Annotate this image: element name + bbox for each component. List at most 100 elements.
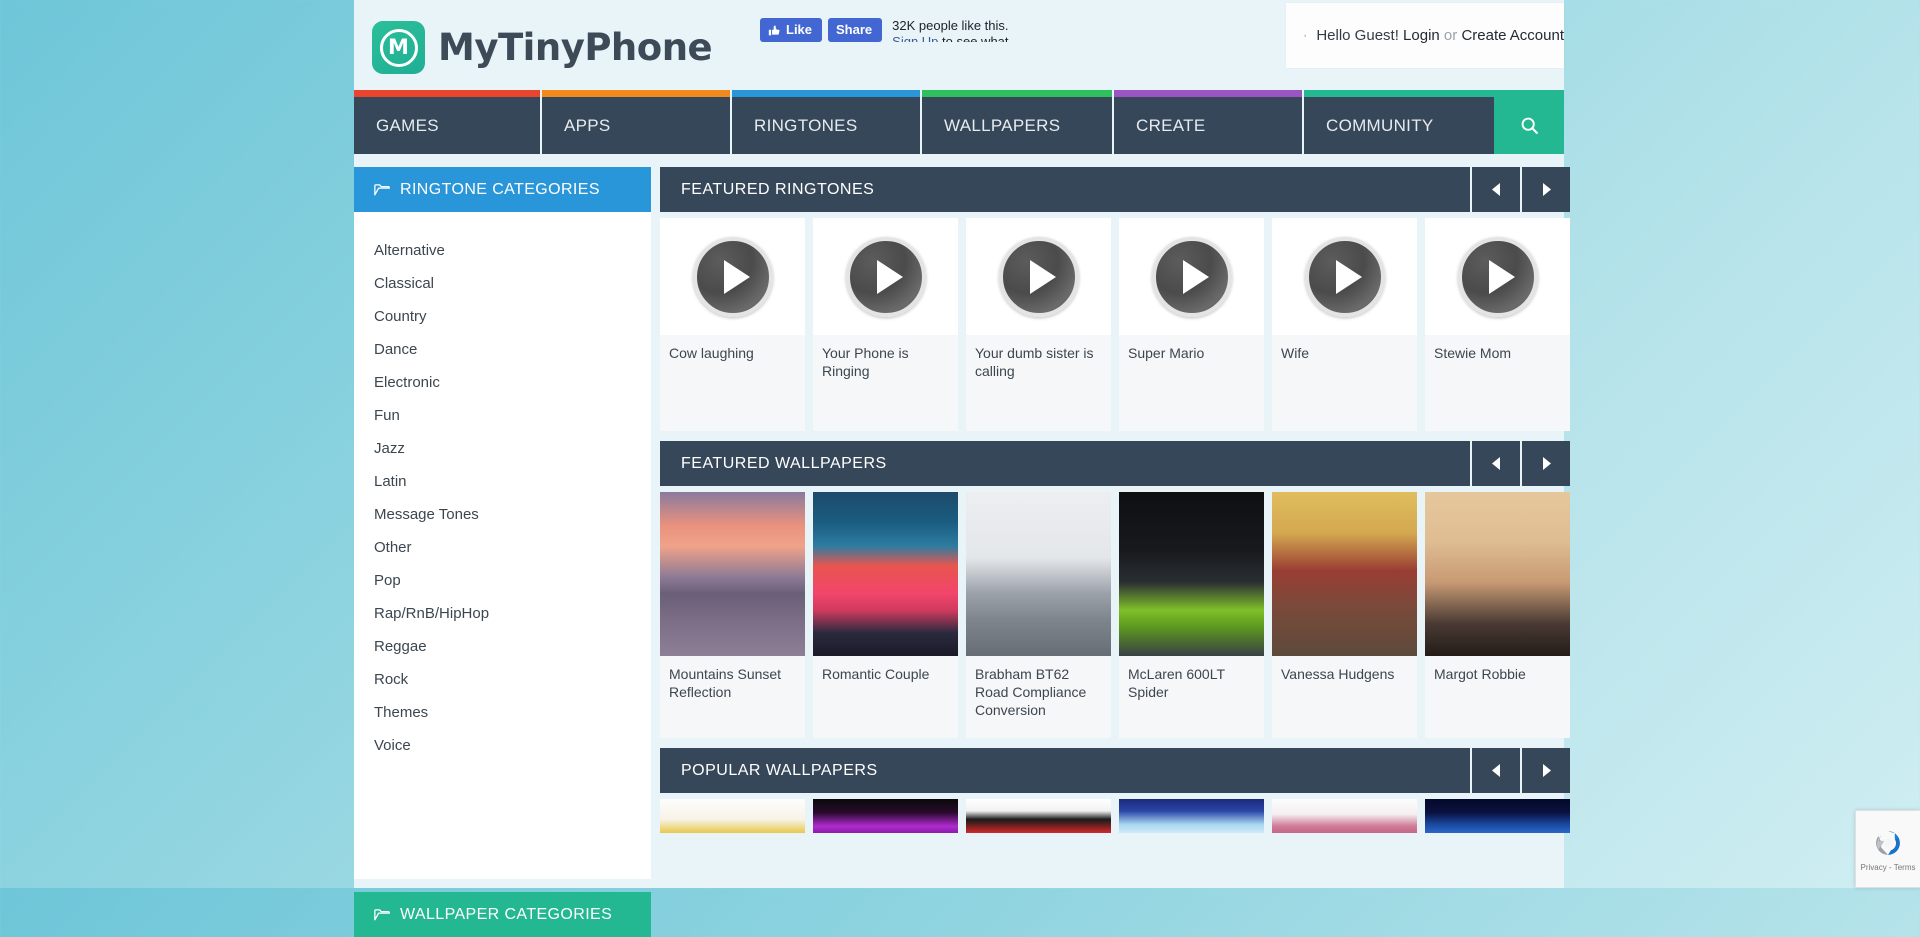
wallpaper-title: Brabham BT62 Road Compliance Conversion xyxy=(966,656,1111,738)
chevron-right-icon xyxy=(1542,183,1551,196)
ringtone-thumbnail xyxy=(1272,218,1417,335)
sidebar-item-latin[interactable]: Latin xyxy=(354,465,651,498)
wallpaper-card[interactable]: Margot Robbie xyxy=(1425,492,1570,738)
ringtone-card[interactable]: Super Mario xyxy=(1119,218,1264,431)
sidebar-item-fun[interactable]: Fun xyxy=(354,399,651,432)
wallpaper-card[interactable]: Brabham BT62 Road Compliance Conversion xyxy=(966,492,1111,738)
section-title-featured-ringtones: FEATURED RINGTONES xyxy=(660,181,1470,199)
popular-wallpapers-row xyxy=(660,799,1570,833)
ringtone-card[interactable]: Your dumb sister is calling xyxy=(966,218,1111,431)
popular-wallpapers-prev-button[interactable] xyxy=(1470,748,1520,793)
login-link[interactable]: Login xyxy=(1403,27,1440,44)
facebook-like-button[interactable]: Like xyxy=(760,18,822,42)
ringtone-card[interactable]: Cow laughing xyxy=(660,218,805,431)
chevron-left-icon xyxy=(1492,764,1501,777)
popular-wallpaper-card[interactable] xyxy=(966,799,1111,833)
facebook-share-label: Share xyxy=(836,22,872,38)
nav-item-wallpapers[interactable]: WALLPAPERS xyxy=(922,97,1114,154)
popular-wallpaper-card[interactable] xyxy=(1119,799,1264,833)
facebook-share-button[interactable]: Share xyxy=(828,18,882,42)
sidebar-item-reggae[interactable]: Reggae xyxy=(354,630,651,663)
sidebar-item-alternative[interactable]: Alternative xyxy=(354,234,651,267)
facebook-signup-link[interactable]: Sign Up xyxy=(892,34,938,42)
sidebar-item-country[interactable]: Country xyxy=(354,300,651,333)
wallpaper-card[interactable]: Mountains Sunset Reflection xyxy=(660,492,805,738)
ringtone-thumbnail xyxy=(966,218,1111,335)
recaptcha-icon xyxy=(1871,826,1905,860)
nav-accent-ringtones xyxy=(732,90,920,97)
sidebar-item-rock[interactable]: Rock xyxy=(354,663,651,696)
sidebar-item-classical[interactable]: Classical xyxy=(354,267,651,300)
nav-accent-search xyxy=(1494,90,1564,97)
nav-item-apps[interactable]: APPS xyxy=(542,97,732,154)
popular-wallpaper-card[interactable] xyxy=(1425,799,1570,833)
popular-wallpaper-card[interactable] xyxy=(813,799,958,833)
play-icon[interactable] xyxy=(693,237,773,317)
nav-label-ringtones: RINGTONES xyxy=(754,116,857,136)
wallpaper-thumbnail xyxy=(966,799,1111,833)
wallpaper-thumbnail xyxy=(660,492,805,656)
featured-wallpapers-next-button[interactable] xyxy=(1520,441,1570,486)
nav-item-ringtones[interactable]: RINGTONES xyxy=(732,97,922,154)
nav-accent-apps xyxy=(542,90,730,97)
account-box: Hello Guest! Login or Create Account xyxy=(1286,3,1564,68)
play-icon[interactable] xyxy=(1152,237,1232,317)
search-icon xyxy=(1519,115,1540,136)
popular-wallpaper-card[interactable] xyxy=(660,799,805,833)
play-icon[interactable] xyxy=(1458,237,1538,317)
popular-wallpapers-next-button[interactable] xyxy=(1520,748,1570,793)
wallpaper-title: McLaren 600LT Spider xyxy=(1119,656,1264,738)
sidebar-item-rap-rnb-hiphop[interactable]: Rap/RnB/HipHop xyxy=(354,597,651,630)
section-title-popular-wallpapers: POPULAR WALLPAPERS xyxy=(660,762,1470,780)
sidebar-item-pop[interactable]: Pop xyxy=(354,564,651,597)
ringtone-card[interactable]: Wife xyxy=(1272,218,1417,431)
nav-item-games[interactable]: GAMES xyxy=(354,97,542,154)
sidebar-item-themes[interactable]: Themes xyxy=(354,696,651,729)
section-title-featured-wallpapers: FEATURED WALLPAPERS xyxy=(660,455,1470,473)
section-header-featured-wallpapers: FEATURED WALLPAPERS xyxy=(660,441,1570,486)
wallpaper-thumbnail xyxy=(1119,799,1264,833)
sidebar-item-message-tones[interactable]: Message Tones xyxy=(354,498,651,531)
site-header: M MyTinyPhone Like Share 32K people like… xyxy=(354,0,1564,95)
sidebar-item-jazz[interactable]: Jazz xyxy=(354,432,651,465)
main-navigation: GAMES APPS RINGTONES WALLPAPERS CREATE C… xyxy=(354,97,1564,154)
sidebar-wallpaper-header-label: WALLPAPER CATEGORIES xyxy=(400,906,612,924)
nav-item-community[interactable]: COMMUNITY xyxy=(1304,97,1494,154)
chevron-left-icon xyxy=(1492,183,1501,196)
wallpaper-thumbnail xyxy=(660,799,805,833)
sidebar-item-electronic[interactable]: Electronic xyxy=(354,366,651,399)
content-area: RINGTONE CATEGORIES Alternative Classica… xyxy=(354,154,1564,885)
nav-item-create[interactable]: CREATE xyxy=(1114,97,1304,154)
play-icon[interactable] xyxy=(846,237,926,317)
ringtone-title: Cow laughing xyxy=(660,335,805,431)
wallpaper-card[interactable]: McLaren 600LT Spider xyxy=(1119,492,1264,738)
site-page: M MyTinyPhone Like Share 32K people like… xyxy=(354,0,1564,888)
wallpaper-thumbnail xyxy=(813,799,958,833)
nav-accent-games xyxy=(354,90,540,97)
wallpaper-thumbnail xyxy=(813,492,958,656)
sidebar: RINGTONE CATEGORIES Alternative Classica… xyxy=(354,167,651,885)
ringtone-title: Your dumb sister is calling xyxy=(966,335,1111,431)
sidebar-item-other[interactable]: Other xyxy=(354,531,651,564)
search-button[interactable] xyxy=(1494,97,1564,154)
play-icon[interactable] xyxy=(1305,237,1385,317)
account-text: Hello Guest! Login or Create Account xyxy=(1316,27,1564,44)
popular-wallpaper-card[interactable] xyxy=(1272,799,1417,833)
wallpaper-card[interactable]: Romantic Couple xyxy=(813,492,958,738)
featured-ringtones-prev-button[interactable] xyxy=(1470,167,1520,212)
site-logo[interactable]: M MyTinyPhone xyxy=(372,21,712,74)
wallpaper-card[interactable]: Vanessa Hudgens xyxy=(1272,492,1417,738)
nav-label-wallpapers: WALLPAPERS xyxy=(944,116,1060,136)
featured-ringtones-next-button[interactable] xyxy=(1520,167,1570,212)
ringtone-card[interactable]: Stewie Mom xyxy=(1425,218,1570,431)
sidebar-item-dance[interactable]: Dance xyxy=(354,333,651,366)
featured-wallpapers-prev-button[interactable] xyxy=(1470,441,1520,486)
play-icon[interactable] xyxy=(999,237,1079,317)
sidebar-item-voice[interactable]: Voice xyxy=(354,729,651,762)
ringtone-card[interactable]: Your Phone is Ringing xyxy=(813,218,958,431)
featured-wallpapers-row: Mountains Sunset Reflection Romantic Cou… xyxy=(660,492,1570,738)
recaptcha-badge[interactable]: Privacy - Terms xyxy=(1855,810,1920,888)
create-account-link[interactable]: Create Account xyxy=(1461,27,1564,44)
wallpaper-thumbnail xyxy=(1425,799,1570,833)
wallpaper-title: Vanessa Hudgens xyxy=(1272,656,1417,738)
